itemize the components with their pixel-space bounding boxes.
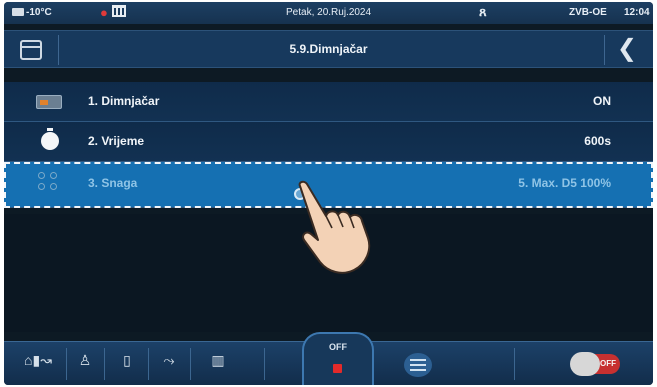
- title-bar: 5.9.Dimnjačar ❮: [4, 30, 653, 68]
- list-item-label: 2. Vrijeme: [88, 134, 145, 148]
- power-levels-icon: [38, 172, 62, 192]
- tank-icon[interactable]: ▯: [112, 352, 142, 376]
- device-name: ZVB-OE: [569, 7, 607, 18]
- list-item-label: 3. Snaga: [88, 176, 138, 190]
- off-status-tab[interactable]: OFF: [302, 332, 374, 385]
- person-icon: ጸ: [479, 4, 487, 19]
- status-time: 12:04: [624, 7, 650, 18]
- device-screen: -10°C ● Petak, 20.Ruj.2024 ጸ ZVB-OE 12:0…: [4, 2, 653, 385]
- toggle-knob: [570, 352, 600, 376]
- divider: [66, 348, 67, 380]
- off-label: OFF: [329, 342, 347, 352]
- hand-pointer-icon: [298, 180, 371, 274]
- chimney-card-icon: [36, 95, 62, 109]
- status-bar: -10°C ● Petak, 20.Ruj.2024 ጸ ZVB-OE 12:0…: [4, 2, 653, 24]
- divider: [190, 348, 191, 380]
- outdoor-temperature: -10°C: [12, 7, 52, 18]
- home-modes-icon[interactable]: ⌂▮↝: [18, 352, 58, 376]
- list-item-label: 1. Dimnjačar: [88, 94, 160, 108]
- status-date: Petak, 20.Ruj.2024: [286, 7, 372, 18]
- divider: [104, 348, 105, 380]
- radiator-icon[interactable]: ▥: [198, 352, 238, 376]
- tap-icon[interactable]: ⤳: [154, 352, 184, 376]
- divider: [148, 348, 149, 380]
- list-item-value: 5. Max. D5 100%: [518, 176, 611, 190]
- house-icon: [12, 8, 24, 16]
- list-item-vrijeme[interactable]: 2. Vrijeme 600s: [4, 122, 653, 162]
- back-button[interactable]: ❮: [617, 34, 637, 62]
- menu-lines-button[interactable]: [404, 353, 432, 377]
- burner-icon[interactable]: ♙: [70, 352, 100, 376]
- divider: [264, 348, 265, 380]
- timer-icon: [41, 128, 59, 150]
- temperature-value: -10°C: [26, 7, 52, 18]
- alarm-icon: ●: [100, 5, 108, 20]
- stop-indicator-icon: [333, 364, 342, 373]
- power-toggle[interactable]: OFF: [570, 352, 620, 376]
- list-item-value: ON: [593, 94, 611, 108]
- divider: [604, 35, 605, 65]
- list-item-dimnjacar[interactable]: 1. Dimnjačar ON: [4, 82, 653, 122]
- list-item-value: 600s: [584, 134, 611, 148]
- heater-icon: [112, 5, 126, 17]
- page-title: 5.9.Dimnjačar: [289, 42, 368, 56]
- toggle-label: OFF: [600, 359, 616, 368]
- off-tab-frame: [302, 332, 374, 385]
- divider: [514, 348, 515, 380]
